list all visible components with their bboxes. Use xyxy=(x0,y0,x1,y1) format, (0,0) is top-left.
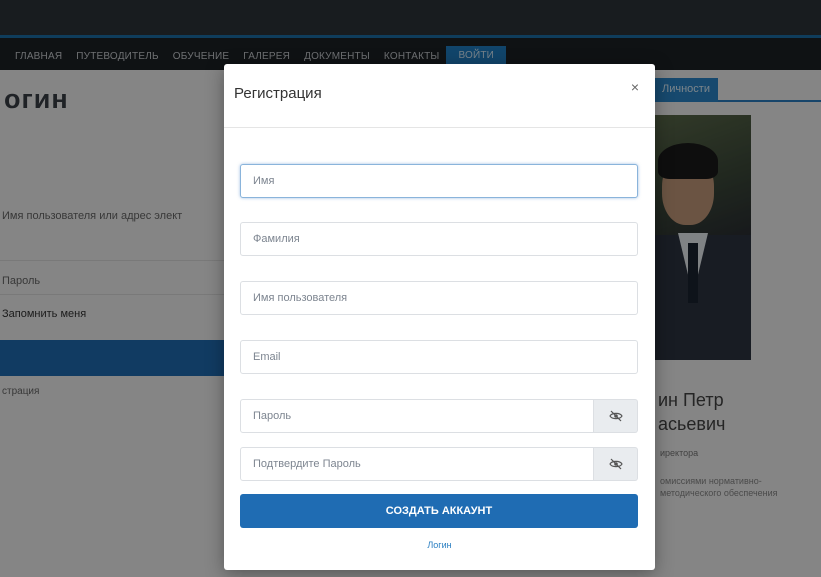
confirm-password-field-group xyxy=(240,447,638,481)
modal-header: Регистрация × xyxy=(224,64,655,128)
last-name-input[interactable] xyxy=(240,222,638,256)
eye-slash-icon[interactable] xyxy=(594,399,638,433)
confirm-password-input[interactable] xyxy=(240,447,594,481)
close-icon[interactable]: × xyxy=(626,78,644,96)
username-input[interactable] xyxy=(240,281,638,315)
password-input[interactable] xyxy=(240,399,594,433)
modal-title: Регистрация xyxy=(234,85,322,102)
eye-slash-icon[interactable] xyxy=(594,447,638,481)
first-name-input[interactable] xyxy=(240,164,638,198)
password-field-group xyxy=(240,399,638,433)
create-account-button[interactable]: создать аккаунт xyxy=(240,494,638,528)
email-input[interactable] xyxy=(240,340,638,374)
registration-modal: Регистрация × создать аккаунт Логин xyxy=(224,64,655,570)
login-link[interactable]: Логин xyxy=(224,540,655,550)
